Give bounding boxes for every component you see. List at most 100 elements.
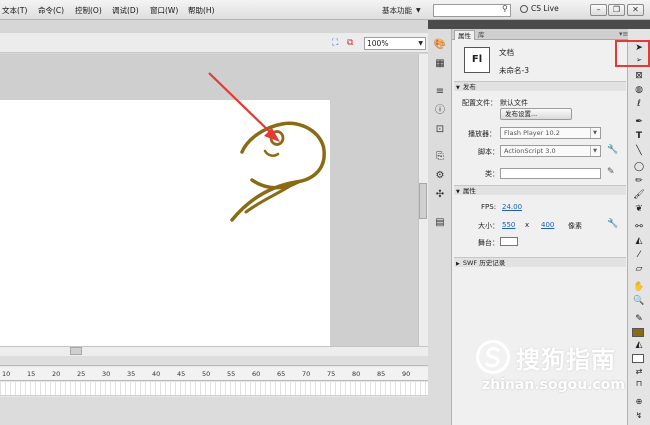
document-icon: Fl: [464, 47, 490, 73]
chevron-down-icon: ▼: [590, 146, 599, 156]
lasso-tool-icon[interactable]: ℓ: [631, 99, 647, 110]
expand-triangle-icon: ▶: [456, 261, 460, 267]
properties-section-header[interactable]: ▼ 属性: [454, 185, 626, 195]
document-class-input[interactable]: [500, 168, 601, 179]
swatches-icon[interactable]: ▦: [433, 57, 447, 70]
frame-ruler-label: 75: [327, 370, 336, 378]
panel-dock-header: [428, 20, 650, 29]
stage-color-label: 舞台：: [478, 239, 499, 247]
player-select[interactable]: Flash Player 10.2 ▼: [500, 127, 601, 139]
script-label: 脚本：: [478, 148, 499, 156]
eyedropper-tool-icon[interactable]: ⁄: [631, 250, 647, 261]
frame-ruler-label: 85: [377, 370, 386, 378]
3d-rotation-tool-icon[interactable]: ◍: [631, 85, 647, 96]
snap-to-objects-icon[interactable]: ⊓: [631, 378, 647, 389]
dinosaur-mouth-stroke: [263, 149, 280, 157]
tab-properties[interactable]: 属性: [454, 30, 475, 40]
watermark-url: zhinan.sogou.com: [482, 377, 625, 393]
frame-ruler[interactable]: [0, 367, 428, 381]
hand-tool-icon[interactable]: ✋: [631, 282, 647, 293]
straighten-option-icon[interactable]: ↯: [631, 410, 647, 421]
transform-icon[interactable]: ⊡: [433, 123, 447, 136]
movie-explorer-icon[interactable]: ▤: [433, 216, 447, 229]
components-icon[interactable]: ⚙: [433, 169, 447, 182]
frame-ruler-label: 45: [177, 370, 186, 378]
free-transform-tool-icon[interactable]: ⊠: [631, 71, 647, 82]
watermark-logo: [476, 340, 510, 374]
stroke-color-swatch[interactable]: [632, 328, 644, 337]
class-label: 类：: [485, 170, 499, 178]
horizontal-scroll-thumb[interactable]: [70, 347, 82, 355]
smooth-option-icon[interactable]: ⊕: [631, 396, 647, 407]
pencil-tool-icon[interactable]: ✏: [631, 176, 647, 187]
size-separator: x: [525, 221, 530, 229]
size-unit: 像素: [568, 222, 582, 230]
color-palette-icon[interactable]: 🎨: [433, 38, 447, 51]
pen-tool-icon[interactable]: ✒: [631, 117, 647, 128]
fill-color-bucket-icon: ◭: [635, 340, 643, 350]
chevron-down-icon: ▼: [590, 128, 599, 138]
collapse-triangle-icon: ▼: [456, 85, 460, 91]
frame-ruler-label: 65: [277, 370, 286, 378]
frame-ruler-label: 30: [102, 370, 111, 378]
player-label: 播放器：: [468, 130, 496, 138]
document-name: 未命名-3: [499, 66, 529, 75]
swf-history-section-header[interactable]: ▶ SWF 历史记录: [454, 257, 626, 267]
publish-section-label: 发布: [462, 83, 476, 91]
panel-menu-icon[interactable]: ▾≡: [619, 30, 628, 38]
horizontal-scrollbar[interactable]: [0, 346, 428, 356]
paint-bucket-tool-icon[interactable]: ◭: [631, 236, 647, 247]
frame-grid[interactable]: [0, 382, 428, 396]
bone-tool-icon[interactable]: ⚯: [631, 222, 647, 233]
fps-value[interactable]: 24.00: [502, 203, 522, 211]
stage-color-swatch[interactable]: [500, 237, 518, 246]
frame-ruler-label: 10: [2, 370, 11, 378]
tab-library[interactable]: 库: [475, 30, 488, 40]
zoom-tool-icon[interactable]: 🔍: [631, 296, 647, 307]
frame-ruler-label: 35: [127, 370, 136, 378]
script-settings-wrench-icon[interactable]: 🔧: [607, 145, 618, 155]
watermark-text: 搜狗指南: [516, 346, 616, 374]
eraser-tool-icon[interactable]: ▱: [631, 264, 647, 275]
script-select[interactable]: ActionScript 3.0 ▼: [500, 145, 601, 157]
publish-settings-button[interactable]: 发布设置...: [500, 108, 572, 120]
annotation-arrow-line: [208, 72, 273, 135]
vertical-scroll-thumb[interactable]: [419, 183, 427, 219]
line-tool-icon[interactable]: ╲: [631, 146, 647, 157]
stroke-color-pencil-icon: ✎: [635, 314, 643, 324]
frame-ruler-label: 25: [77, 370, 86, 378]
frame-ruler-label: 20: [52, 370, 61, 378]
frame-ruler-label: 50: [202, 370, 211, 378]
selection-tool-highlight-box: [615, 40, 650, 67]
fps-label: FPS:: [481, 203, 497, 211]
frame-ruler-label: 90: [402, 370, 411, 378]
edit-class-pencil-icon[interactable]: ✎: [607, 167, 615, 177]
stage-height-value[interactable]: 400: [541, 221, 554, 229]
publish-section-header[interactable]: ▼ 发布: [454, 81, 626, 91]
swf-history-label: SWF 历史记录: [462, 259, 506, 267]
frame-ruler-label: 40: [152, 370, 161, 378]
profile-label: 配置文件：: [462, 99, 497, 107]
swap-colors-icon[interactable]: ⇄: [631, 366, 647, 377]
fill-color-swatch[interactable]: [632, 354, 644, 363]
rectangle-tool-icon[interactable]: ◯: [631, 162, 647, 173]
properties-section-label: 属性: [462, 187, 476, 195]
frame-ruler-label: 70: [302, 370, 311, 378]
frame-ruler-label: 15: [27, 370, 36, 378]
info-icon[interactable]: ⓘ: [433, 104, 447, 117]
stage-width-value[interactable]: 550: [502, 221, 515, 229]
code-snippets-icon[interactable]: ⎘: [433, 150, 447, 163]
document-type-label: 文档: [499, 48, 514, 57]
deco-tool-icon[interactable]: ❦: [631, 204, 647, 215]
timeline-empty-area: [0, 397, 428, 425]
brush-tool-icon[interactable]: 🖌: [631, 190, 647, 201]
profile-value: 默认文件: [500, 99, 528, 107]
player-select-value: Flash Player 10.2: [504, 129, 560, 137]
collapse-triangle-icon: ▼: [456, 189, 460, 195]
script-select-value: ActionScript 3.0: [504, 147, 556, 155]
align-icon[interactable]: ≡: [433, 85, 447, 98]
motion-presets-icon[interactable]: ✣: [433, 188, 447, 201]
size-settings-wrench-icon[interactable]: 🔧: [607, 219, 618, 229]
frame-ruler-label: 55: [227, 370, 236, 378]
text-tool-icon[interactable]: T: [631, 131, 647, 142]
